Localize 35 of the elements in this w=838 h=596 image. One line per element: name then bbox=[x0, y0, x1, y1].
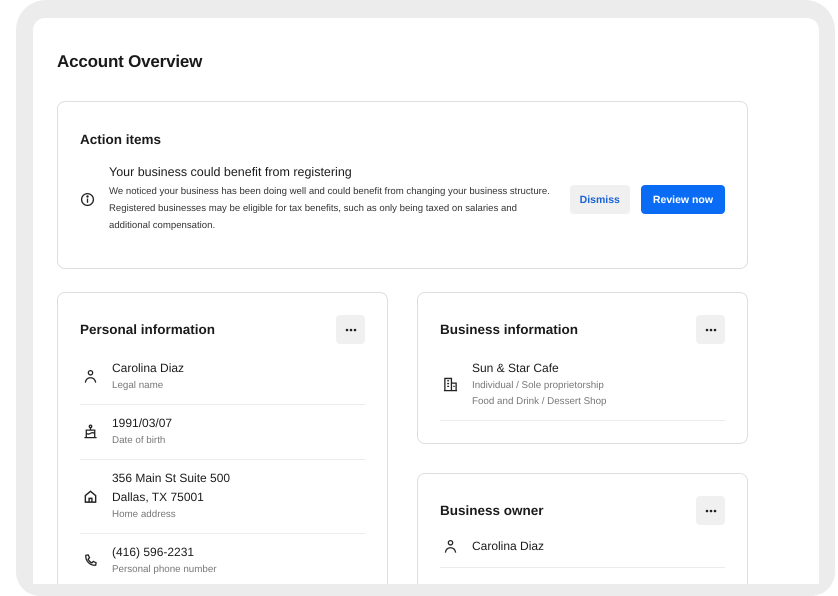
more-icon bbox=[704, 508, 716, 512]
card-title: Action items bbox=[80, 132, 162, 147]
more-button[interactable] bbox=[696, 496, 725, 525]
field-value: 356 Main St Suite 500 bbox=[112, 470, 230, 487]
person-icon bbox=[83, 369, 98, 384]
field-label: Personal phone number bbox=[112, 563, 217, 577]
more-icon bbox=[344, 328, 356, 332]
field-label: Legal name bbox=[112, 379, 164, 393]
cake-icon bbox=[83, 424, 98, 439]
field-value: (416) 596-2231 bbox=[112, 544, 196, 561]
field-value: 1991/03/07 bbox=[112, 415, 172, 432]
person-icon bbox=[443, 539, 458, 554]
card-title: Business owner bbox=[440, 503, 544, 518]
more-button[interactable] bbox=[336, 315, 365, 344]
field-label: Date of birth bbox=[112, 434, 166, 448]
action-description: We noticed your business has been doing well and could benefit from changing your business structure. Registered businesses may be eligible for tax benefits, such as only being taxed on salaries and additional compensation. bbox=[109, 185, 551, 233]
card-title: Business information bbox=[440, 322, 578, 337]
info-icon bbox=[80, 192, 95, 207]
building-icon bbox=[443, 377, 458, 392]
card-title: Personal information bbox=[80, 322, 216, 337]
home-icon bbox=[83, 488, 98, 504]
phone-icon bbox=[83, 553, 98, 568]
field-label: Home address bbox=[112, 508, 177, 522]
field-detail: Food and Drink / Dessert Shop bbox=[472, 395, 607, 409]
field-value: Sun & Star Cafe bbox=[472, 360, 560, 377]
field-value: Dallas, TX 75001 bbox=[112, 489, 205, 506]
field-value: Carolina Diaz bbox=[112, 360, 184, 377]
field-detail: Individual / Sole proprietorship bbox=[472, 379, 605, 393]
action-title: Your business could benefit from registering bbox=[109, 165, 353, 179]
more-button[interactable] bbox=[696, 315, 725, 344]
review-button[interactable]: Review now bbox=[640, 185, 725, 214]
field-value: Carolina Diaz bbox=[472, 538, 544, 555]
dismiss-button[interactable]: Dismiss bbox=[570, 185, 630, 214]
more-icon bbox=[704, 328, 716, 332]
page-title: Account Overview bbox=[57, 52, 204, 72]
